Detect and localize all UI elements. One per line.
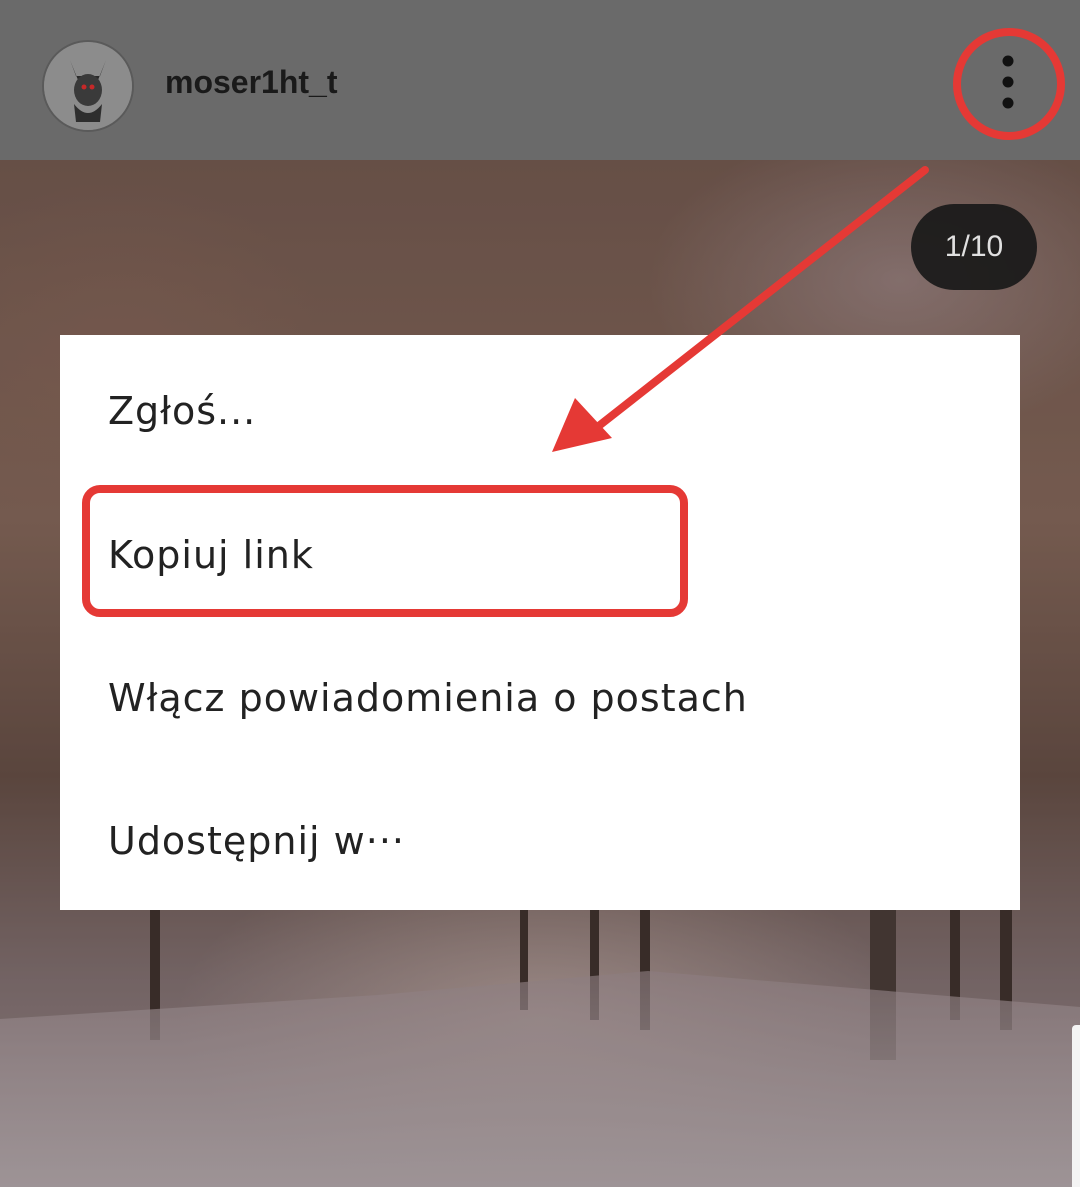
vertical-dots-icon [1002,55,1014,109]
post-options-menu: Zgłoś... Kopiuj link Włącz powiadomienia… [60,335,1020,910]
menu-item-copy-link[interactable]: Kopiuj link [60,485,1020,625]
devil-avatar-icon [44,42,132,130]
avatar[interactable] [42,40,134,132]
carousel-counter: 1/10 [911,204,1037,290]
menu-item-report[interactable]: Zgłoś... [60,341,1020,481]
post-screen: moser1ht_t 1/10 Zgłoś... Kopiuj link Włą… [0,0,1080,1187]
post-header: moser1ht_t [0,0,1080,160]
username[interactable]: moser1ht_t [165,64,338,101]
menu-item-post-notifications[interactable]: Włącz powiadomienia o postach [60,628,1020,768]
menu-item-share[interactable]: Udostępnij w··· [60,771,1020,911]
more-options-button[interactable] [968,42,1048,122]
scrollbar [1072,1025,1080,1187]
